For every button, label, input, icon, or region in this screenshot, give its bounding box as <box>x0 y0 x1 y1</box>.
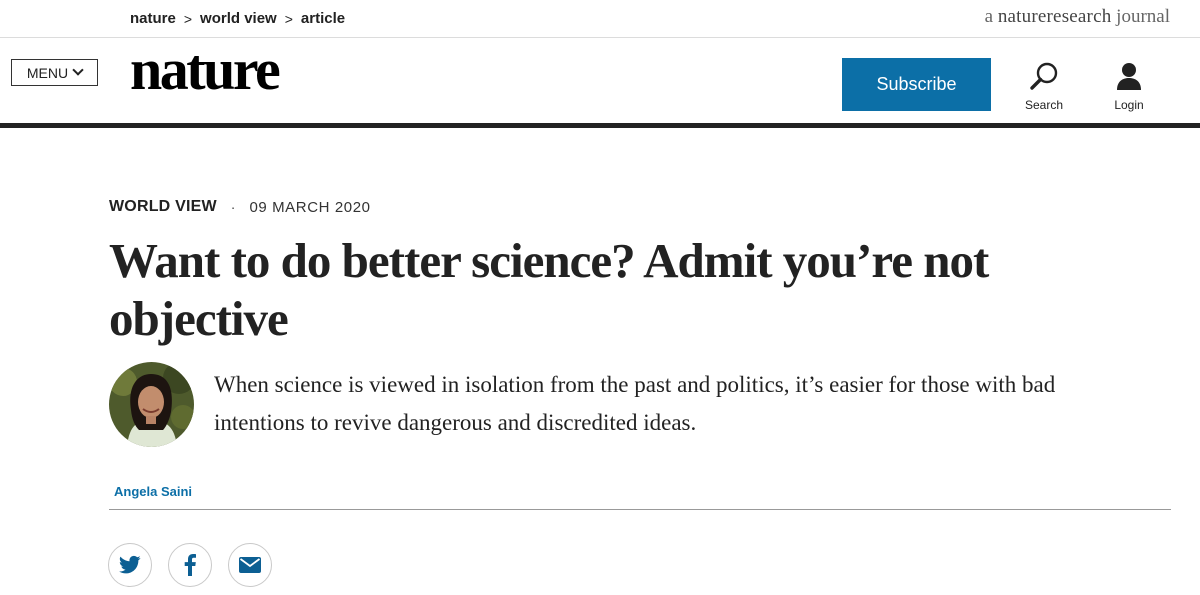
share-twitter-button[interactable] <box>108 543 152 587</box>
article-date: 09 MARCH 2020 <box>249 198 371 216</box>
author-photo <box>109 362 194 447</box>
journal-tag-brand: natureresearch <box>998 6 1112 27</box>
menu-button[interactable]: MENU <box>11 59 98 86</box>
article-meta: WORLD VIEW · 09 MARCH 2020 <box>109 198 371 216</box>
journal-tag-prefix: a <box>984 6 994 27</box>
breadcrumb-separator: > <box>284 10 293 27</box>
email-icon <box>239 557 261 573</box>
search-button[interactable]: Search <box>1014 60 1074 112</box>
article-title: Want to do better science? Admit you’re … <box>109 233 989 346</box>
site-header: MENU nature Subscribe Search Login <box>0 38 1200 124</box>
author-divider <box>109 509 1171 510</box>
top-bar: nature > world view > article a naturere… <box>0 0 1200 38</box>
menu-label: MENU <box>26 64 69 81</box>
chevron-down-icon <box>72 64 84 76</box>
breadcrumb-nature[interactable]: nature <box>130 10 176 27</box>
breadcrumb-article[interactable]: article <box>301 10 345 27</box>
journal-tag-suffix: journal <box>1116 6 1170 27</box>
journal-tag[interactable]: a natureresearch journal <box>985 6 1170 28</box>
breadcrumb-world-view[interactable]: world view <box>200 10 277 27</box>
share-facebook-button[interactable] <box>168 543 212 587</box>
author-link[interactable]: Angela Saini <box>114 484 192 499</box>
breadcrumb: nature > world view > article <box>130 10 345 27</box>
user-icon <box>1117 63 1141 90</box>
header-divider <box>0 123 1200 128</box>
author-avatar <box>109 362 194 447</box>
nature-logo[interactable]: nature <box>130 41 281 99</box>
twitter-icon <box>119 555 141 574</box>
journal-tag-brand-nature: nature <box>997 6 1047 27</box>
share-email-button[interactable] <box>228 543 272 587</box>
journal-tag-brand-research: research <box>1046 6 1112 27</box>
login-label: Login <box>1114 98 1144 112</box>
meta-separator: · <box>230 199 236 215</box>
article-type: WORLD VIEW <box>109 198 217 215</box>
search-label: Search <box>1024 98 1064 112</box>
login-button[interactable]: Login <box>1099 60 1159 112</box>
search-icon <box>1030 62 1058 90</box>
facebook-icon <box>184 554 196 576</box>
breadcrumb-separator: > <box>183 10 193 27</box>
article-standfirst: When science is viewed in isolation from… <box>214 372 1056 435</box>
subscribe-button[interactable]: Subscribe <box>842 58 991 111</box>
